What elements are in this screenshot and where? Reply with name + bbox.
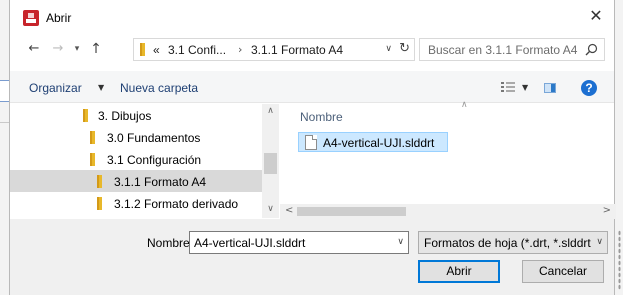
- view-options-icon[interactable]: [501, 81, 515, 93]
- folder-icon: [90, 153, 95, 166]
- filename-label: Nombre:: [147, 236, 194, 250]
- filename-value[interactable]: A4-vertical-UJI.slddrt: [194, 236, 305, 250]
- chevron-down-icon[interactable]: ▼: [98, 83, 104, 92]
- help-icon[interactable]: ?: [581, 80, 597, 96]
- search-icon: [585, 43, 598, 56]
- folder-icon: [83, 109, 88, 122]
- open-file-dialog: Abrir ✕ ← → ▾ ↑ « 3.1 Confi... › 3.1.1 F…: [9, 0, 616, 295]
- folder-icon: [90, 131, 95, 144]
- close-button[interactable]: ✕: [586, 6, 606, 26]
- tree-item-label: 3.1.1 Formato A4: [114, 175, 207, 189]
- navigation-pane-scrollbar[interactable]: ∧ ∨: [262, 104, 279, 218]
- title-bar: Abrir ✕: [10, 0, 614, 31]
- background-window-left: [0, 0, 9, 295]
- breadcrumb-item[interactable]: 3.1 Confi...: [168, 43, 226, 57]
- dialog-footer: Nombre: A4-vertical-UJI.slddrt ∨ Formato…: [10, 219, 614, 295]
- search-placeholder: Buscar en 3.1.1 Formato A4: [428, 43, 578, 57]
- tree-item-label: 3.1.2 Formato derivado: [114, 197, 239, 211]
- tree-item-selected[interactable]: 3.1.1 Formato A4: [10, 170, 262, 192]
- file-name: A4-vertical-UJI.slddrt: [323, 136, 435, 150]
- forward-arrow-icon[interactable]: →: [50, 41, 66, 57]
- search-input[interactable]: Buscar en 3.1.1 Formato A4: [419, 38, 605, 61]
- file-type-value: Formatos de hoja (*.drt, *.slddrt: [424, 236, 591, 250]
- preview-pane-icon[interactable]: [544, 83, 556, 93]
- open-button[interactable]: Abrir: [418, 260, 500, 283]
- chevron-down-icon[interactable]: ▼: [522, 83, 528, 92]
- tree-item-label: 3. Dibujos: [98, 109, 152, 123]
- tree-item-label: 3.0 Fundamentos: [107, 131, 201, 145]
- scroll-right-icon[interactable]: >: [603, 205, 611, 216]
- resize-grip-icon: [618, 230, 621, 290]
- tree-item[interactable]: 3.1 Configuración: [10, 148, 262, 170]
- command-bar: Organizar ▼ Nueva carpeta ▼ ?: [10, 71, 614, 103]
- file-type-select[interactable]: Formatos de hoja (*.drt, *.slddrt ∨: [418, 231, 608, 254]
- breadcrumb-separator[interactable]: ›: [238, 43, 242, 56]
- scroll-up-icon[interactable]: ∧: [262, 106, 279, 116]
- navigation-pane: 3. Dibujos 3.0 Fundamentos 3.1 Configura…: [10, 104, 275, 218]
- file-list: ∧ Nombre A4-vertical-UJI.slddrt: [280, 100, 616, 204]
- app-icon: [23, 10, 39, 26]
- scroll-left-icon[interactable]: <: [285, 205, 293, 216]
- tree-item-label: 3.1 Configuración: [107, 153, 202, 167]
- background-window-divider: [0, 122, 9, 123]
- window-title: Abrir: [46, 11, 72, 25]
- file-item[interactable]: A4-vertical-UJI.slddrt: [298, 132, 448, 152]
- scrollbar-thumb[interactable]: [297, 207, 406, 216]
- refresh-icon[interactable]: ↻: [399, 41, 410, 56]
- recent-locations-icon[interactable]: ▾: [71, 41, 83, 57]
- sort-indicator-icon: ∧: [461, 100, 468, 110]
- breadcrumb-item[interactable]: 3.1.1 Formato A4: [251, 43, 343, 57]
- tree-item[interactable]: 3.0 Fundamentos: [10, 126, 262, 148]
- tree-item[interactable]: 3.1.2 Formato derivado: [10, 192, 262, 214]
- tree-item[interactable]: 3. Dibujos: [10, 104, 262, 126]
- scrollbar-thumb[interactable]: [264, 153, 277, 174]
- chevron-down-icon[interactable]: ∨: [385, 44, 392, 54]
- close-icon: ✕: [589, 6, 603, 25]
- chevron-down-icon[interactable]: ∨: [596, 237, 603, 247]
- scroll-down-icon[interactable]: ∨: [262, 204, 279, 214]
- folder-icon: [97, 197, 102, 210]
- new-folder-button[interactable]: Nueva carpeta: [120, 81, 198, 95]
- organize-button[interactable]: Organizar: [29, 81, 82, 95]
- folder-icon: [140, 43, 145, 56]
- filename-field[interactable]: A4-vertical-UJI.slddrt ∨: [189, 231, 409, 254]
- address-bar[interactable]: « 3.1 Confi... › 3.1.1 Formato A4 ∨ ↻: [133, 38, 415, 61]
- file-list-scrollbar[interactable]: < >: [280, 204, 616, 219]
- breadcrumb-overflow[interactable]: «: [153, 43, 160, 57]
- up-arrow-icon[interactable]: ↑: [88, 41, 104, 57]
- folder-icon: [97, 175, 102, 188]
- file-icon: [305, 135, 317, 150]
- chevron-down-icon[interactable]: ∨: [397, 237, 404, 247]
- navigation-bar: ← → ▾ ↑ « 3.1 Confi... › 3.1.1 Formato A…: [10, 34, 614, 64]
- cancel-button[interactable]: Cancelar: [522, 260, 604, 283]
- back-arrow-icon[interactable]: ←: [26, 41, 42, 57]
- column-header-name[interactable]: Nombre: [300, 110, 343, 124]
